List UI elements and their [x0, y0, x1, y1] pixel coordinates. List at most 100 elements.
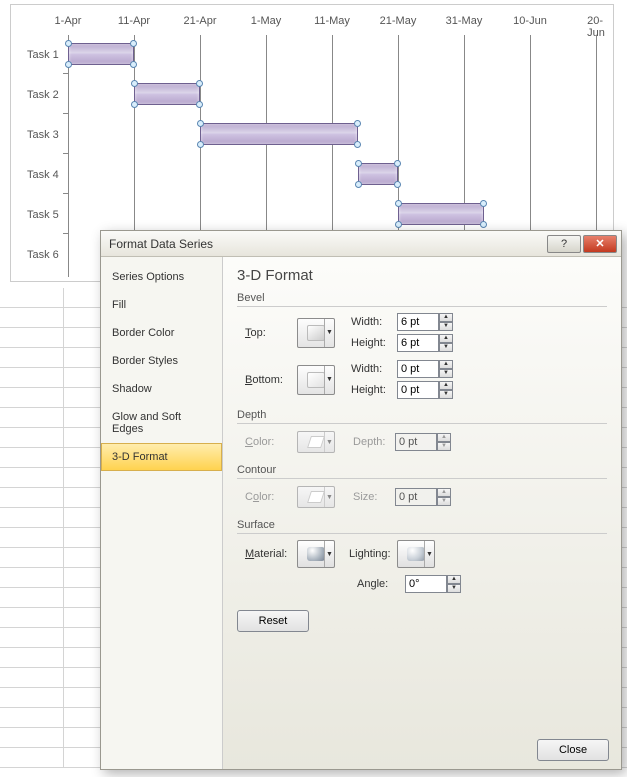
axis-tick: 10-Jun [513, 15, 547, 27]
gantt-bar-task1[interactable] [68, 43, 134, 65]
spin-up-icon: ▲ [437, 488, 451, 497]
y-tick [63, 113, 68, 114]
bevel-bottom-label: Bottom: [245, 374, 297, 386]
lighting-picker[interactable]: ▼ [397, 540, 435, 568]
axis-tick: 1-Apr [55, 15, 82, 27]
spin-up-icon[interactable]: ▲ [439, 334, 453, 343]
spin-up-icon[interactable]: ▲ [439, 313, 453, 322]
y-tick [63, 73, 68, 74]
chevron-down-icon: ▼ [324, 319, 334, 347]
gridline [68, 35, 69, 277]
spin-up-icon[interactable]: ▲ [439, 360, 453, 369]
close-button[interactable]: Close [537, 739, 609, 761]
y-tick [63, 153, 68, 154]
bevel-bottom-width-input[interactable] [397, 360, 439, 378]
sidebar-item-shadow[interactable]: Shadow [101, 375, 222, 403]
bevel-bottom-width-label: Width: [351, 363, 393, 375]
chevron-down-icon: ▼ [324, 487, 334, 507]
bevel-top-height-label: Height: [351, 337, 393, 349]
help-button[interactable]: ? [547, 235, 581, 253]
spin-down-icon: ▼ [437, 497, 451, 506]
depth-value-label: Depth: [353, 436, 395, 448]
dialog-titlebar[interactable]: Format Data Series ? ✕ [101, 231, 621, 257]
y-axis-label: Task 1 [27, 49, 59, 61]
group-contour-label: Contour [237, 464, 607, 476]
window-close-button[interactable]: ✕ [583, 235, 617, 253]
help-icon: ? [561, 238, 567, 250]
bevel-top-picker[interactable]: ▼ [297, 318, 335, 348]
material-label: Material: [245, 548, 297, 560]
gantt-bar-task4[interactable] [358, 163, 398, 185]
close-icon: ✕ [595, 237, 604, 250]
chevron-down-icon: ▼ [324, 366, 334, 394]
gantt-bar-task3[interactable] [200, 123, 358, 145]
y-tick [63, 193, 68, 194]
material-picker[interactable]: ▼ [297, 540, 335, 568]
y-axis-label: Task 5 [27, 209, 59, 221]
contour-color-label: Color: [245, 491, 297, 503]
contour-size-spinner: ▲▼ [395, 488, 451, 506]
contour-size-input [395, 488, 437, 506]
gantt-bar-task2[interactable] [134, 83, 200, 105]
sidebar-item-fill[interactable]: Fill [101, 291, 222, 319]
group-depth-label: Depth [237, 409, 607, 421]
group-surface-label: Surface [237, 519, 607, 531]
sidebar-item-border-styles[interactable]: Border Styles [101, 347, 222, 375]
contour-color-picker: ▼ [297, 486, 335, 508]
angle-label: Angle: [357, 578, 405, 590]
spin-down-icon[interactable]: ▼ [439, 343, 453, 352]
bevel-top-width-input[interactable] [397, 313, 439, 331]
format-data-series-dialog: Format Data Series ? ✕ Series Options Fi… [100, 230, 622, 770]
dialog-main-panel: 3-D Format Bevel Top: ▼ Width: ▲▼ Height… [223, 257, 621, 769]
angle-input[interactable] [405, 575, 447, 593]
spin-down-icon[interactable]: ▼ [439, 369, 453, 378]
sidebar-item-glow[interactable]: Glow and Soft Edges [101, 403, 222, 443]
lighting-label: Lighting: [349, 548, 397, 560]
axis-tick: 21-May [380, 15, 417, 27]
spin-down-icon[interactable]: ▼ [447, 584, 461, 593]
axis-tick: 11-Apr [118, 15, 150, 27]
bevel-top-label: Top: [245, 327, 297, 339]
axis-tick: 21-Apr [183, 15, 216, 27]
chevron-down-icon: ▼ [324, 541, 334, 567]
angle-spinner[interactable]: ▲▼ [405, 575, 461, 593]
gantt-bar-task5[interactable] [398, 203, 484, 225]
spin-down-icon[interactable]: ▼ [439, 322, 453, 331]
bevel-bottom-picker[interactable]: ▼ [297, 365, 335, 395]
reset-button[interactable]: Reset [237, 610, 309, 632]
axis-tick: 11-May [314, 15, 350, 27]
y-axis-label: Task 4 [27, 169, 59, 181]
spin-up-icon: ▲ [437, 433, 451, 442]
group-bevel-label: Bevel [237, 292, 607, 304]
bevel-bottom-height-input[interactable] [397, 381, 439, 399]
contour-size-label: Size: [353, 491, 395, 503]
spin-up-icon[interactable]: ▲ [447, 575, 461, 584]
depth-spinner: ▲▼ [395, 433, 451, 451]
y-axis-label: Task 6 [27, 249, 59, 261]
depth-color-label: Color: [245, 436, 297, 448]
bevel-bottom-width-spinner[interactable]: ▲▼ [397, 360, 453, 378]
y-tick [63, 233, 68, 234]
axis-tick: 1-May [251, 15, 282, 27]
bevel-top-height-input[interactable] [397, 334, 439, 352]
sidebar-item-border-color[interactable]: Border Color [101, 319, 222, 347]
bevel-top-height-spinner[interactable]: ▲▼ [397, 334, 453, 352]
sidebar-item-series-options[interactable]: Series Options [101, 263, 222, 291]
panel-heading: 3-D Format [237, 267, 607, 284]
bevel-top-width-label: Width: [351, 316, 393, 328]
bevel-bottom-height-spinner[interactable]: ▲▼ [397, 381, 453, 399]
sidebar-item-3d-format[interactable]: 3-D Format [101, 443, 222, 471]
y-axis-label: Task 3 [27, 129, 59, 141]
depth-input [395, 433, 437, 451]
chevron-down-icon: ▼ [324, 432, 334, 452]
x-axis-labels: 1-Apr 11-Apr 21-Apr 1-May 11-May 21-May … [56, 15, 613, 31]
y-axis-label: Task 2 [27, 89, 59, 101]
dialog-title: Format Data Series [109, 237, 213, 251]
spin-up-icon[interactable]: ▲ [439, 381, 453, 390]
spin-down-icon[interactable]: ▼ [439, 390, 453, 399]
depth-color-picker: ▼ [297, 431, 335, 453]
axis-tick: 31-May [446, 15, 483, 27]
spin-down-icon: ▼ [437, 442, 451, 451]
bevel-top-width-spinner[interactable]: ▲▼ [397, 313, 453, 331]
dialog-sidebar: Series Options Fill Border Color Border … [101, 257, 223, 769]
